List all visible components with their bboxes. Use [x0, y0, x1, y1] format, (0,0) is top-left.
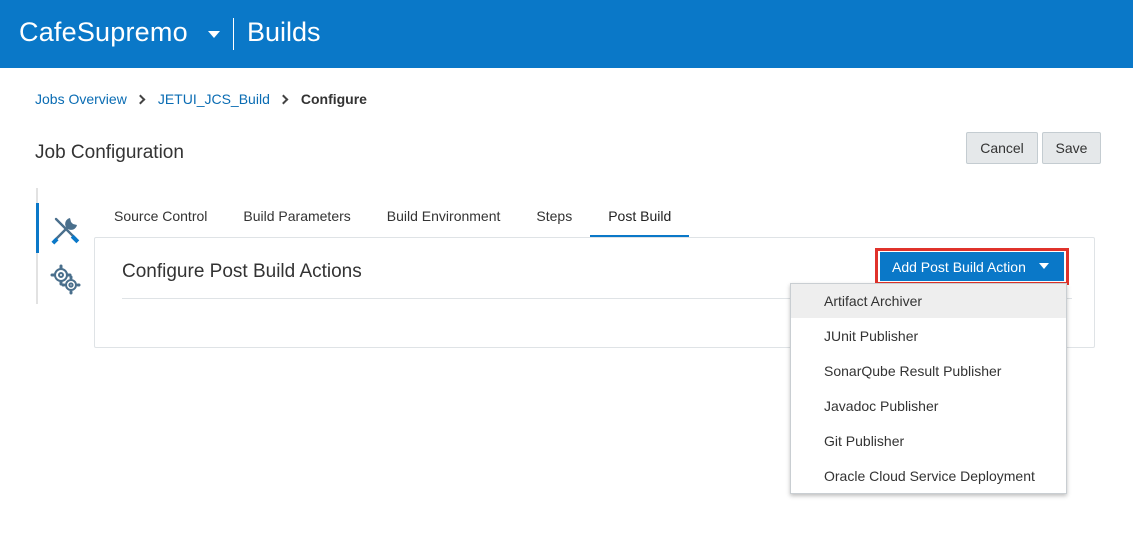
app-header: CafeSupremo Builds [0, 0, 1133, 68]
menu-item-junit-publisher[interactable]: JUnit Publisher [791, 318, 1066, 353]
tab-steps[interactable]: Steps [518, 200, 590, 238]
page-title: Job Configuration [35, 142, 184, 163]
gears-icon[interactable] [48, 262, 82, 296]
menu-item-git-publisher[interactable]: Git Publisher [791, 423, 1066, 458]
app-name[interactable]: CafeSupremo [19, 17, 188, 48]
add-post-build-action-button[interactable]: Add Post Build Action [880, 252, 1064, 281]
tab-build-parameters[interactable]: Build Parameters [225, 200, 368, 238]
menu-item-oracle-cloud-service-deployment[interactable]: Oracle Cloud Service Deployment [791, 458, 1066, 493]
section-name: Builds [247, 17, 321, 47]
add-post-build-action-label: Add Post Build Action [892, 258, 1026, 275]
panel-title: Configure Post Build Actions [122, 261, 362, 282]
breadcrumb-job[interactable]: JETUI_JCS_Build [158, 91, 270, 107]
breadcrumb: Jobs Overview JETUI_JCS_Build Configure [35, 91, 367, 107]
tab-post-build[interactable]: Post Build [590, 200, 690, 238]
header-divider [233, 18, 234, 50]
save-button[interactable]: Save [1042, 132, 1101, 164]
breadcrumb-current: Configure [300, 91, 367, 107]
caret-down-icon [1039, 263, 1049, 269]
cancel-button[interactable]: Cancel [966, 132, 1038, 164]
side-nav-active-indicator [36, 203, 39, 253]
tab-source-control[interactable]: Source Control [96, 200, 225, 238]
chevron-right-icon [278, 94, 289, 104]
menu-item-javadoc-publisher[interactable]: Javadoc Publisher [791, 388, 1066, 423]
post-build-action-menu: Artifact Archiver JUnit Publisher SonarQ… [790, 283, 1067, 494]
tab-build-environment[interactable]: Build Environment [369, 200, 519, 238]
menu-item-artifact-archiver[interactable]: Artifact Archiver [791, 284, 1066, 318]
app-switcher-caret-icon[interactable] [206, 22, 226, 46]
config-tabs: Source Control Build Parameters Build En… [96, 200, 690, 238]
menu-item-sonarqube-result-publisher[interactable]: SonarQube Result Publisher [791, 353, 1066, 388]
tools-icon[interactable] [48, 213, 82, 247]
chevron-right-icon [135, 94, 146, 104]
breadcrumb-jobs-overview[interactable]: Jobs Overview [35, 91, 127, 107]
